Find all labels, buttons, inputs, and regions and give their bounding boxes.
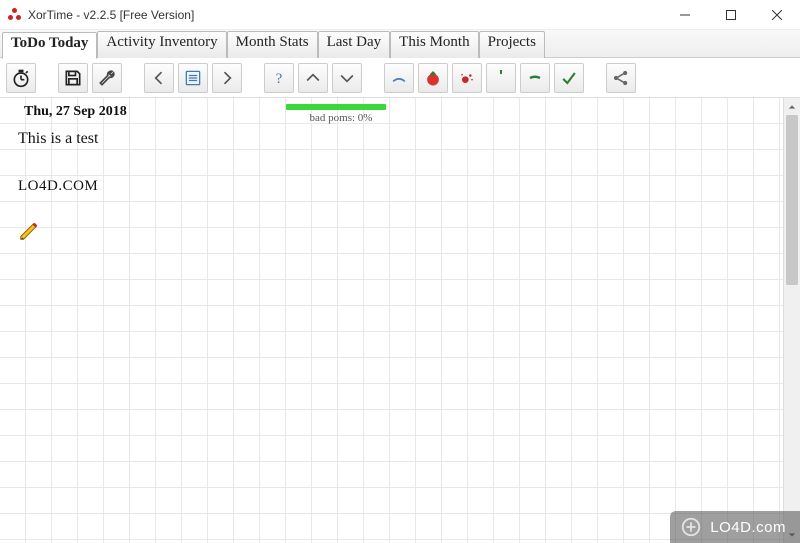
share-button[interactable] — [606, 63, 636, 93]
svg-text:': ' — [499, 68, 503, 85]
progress-label: bad poms: 0% — [286, 112, 396, 124]
chevron-right-icon — [217, 68, 237, 88]
save-icon — [63, 68, 83, 88]
list-icon — [183, 68, 203, 88]
dash-icon — [525, 68, 545, 88]
tab-todo-today[interactable]: ToDo Today — [2, 32, 97, 59]
question-icon: ? — [269, 68, 289, 88]
prev-button[interactable] — [144, 63, 174, 93]
scroll-thumb[interactable] — [786, 115, 798, 285]
window-title: XorTime - v2.2.5 [Free Version] — [28, 8, 194, 22]
timer-button[interactable] — [6, 63, 36, 93]
apostrophe-icon: ' — [491, 68, 511, 88]
move-up-button[interactable] — [298, 63, 328, 93]
scroll-up-button[interactable] — [784, 98, 800, 115]
watermark: LO4D.com — [670, 511, 800, 543]
tab-bar: ToDo Today Activity Inventory Month Stat… — [0, 30, 800, 58]
wrench-icon — [97, 68, 117, 88]
vertical-scrollbar[interactable] — [783, 98, 800, 543]
current-date: Thu, 27 Sep 2018 — [24, 104, 127, 120]
check-button[interactable] — [554, 63, 584, 93]
tab-this-month[interactable]: This Month — [390, 31, 478, 58]
save-button[interactable] — [58, 63, 88, 93]
tab-month-stats[interactable]: Month Stats — [227, 31, 318, 58]
blue-mark-button[interactable] — [384, 63, 414, 93]
notes-grid[interactable]: Thu, 27 Sep 2018 bad poms: 0% This is a … — [0, 98, 783, 543]
move-down-button[interactable] — [332, 63, 362, 93]
blue-arc-icon — [389, 68, 409, 88]
settings-button[interactable] — [92, 63, 122, 93]
apostrophe-button[interactable]: ' — [486, 63, 516, 93]
tomato-icon — [423, 68, 443, 88]
scroll-track[interactable] — [784, 115, 800, 526]
bad-poms-indicator: bad poms: 0% — [286, 104, 396, 124]
note-line-2[interactable]: LO4D.COM — [18, 178, 98, 195]
today-list-button[interactable] — [178, 63, 208, 93]
dash-button[interactable] — [520, 63, 550, 93]
next-button[interactable] — [212, 63, 242, 93]
note-line-1[interactable]: This is a test — [18, 130, 98, 148]
content-area: Thu, 27 Sep 2018 bad poms: 0% This is a … — [0, 98, 800, 543]
watermark-text: LO4D.com — [710, 519, 786, 536]
close-button[interactable] — [754, 0, 800, 30]
chevron-left-icon — [149, 68, 169, 88]
svg-text:?: ? — [276, 71, 283, 87]
stopwatch-icon — [11, 68, 31, 88]
help-button[interactable]: ? — [264, 63, 294, 93]
interrupt-button[interactable] — [452, 63, 482, 93]
tab-last-day[interactable]: Last Day — [318, 31, 391, 58]
share-icon — [611, 68, 631, 88]
window-titlebar: XorTime - v2.2.5 [Free Version] — [0, 0, 800, 30]
pencil-cursor-icon — [18, 220, 40, 242]
chevron-down-icon — [337, 68, 357, 88]
check-icon — [559, 68, 579, 88]
app-icon — [8, 8, 22, 22]
tomato-button[interactable] — [418, 63, 448, 93]
chevron-up-icon — [303, 68, 323, 88]
maximize-button[interactable] — [708, 0, 754, 30]
tab-projects[interactable]: Projects — [479, 31, 545, 58]
watermark-icon — [680, 516, 702, 538]
tab-activity-inventory[interactable]: Activity Inventory — [97, 31, 226, 58]
progress-bar — [286, 104, 386, 110]
toolbar: ? ' — [0, 58, 800, 98]
window-controls — [662, 0, 800, 30]
minimize-button[interactable] — [662, 0, 708, 30]
splash-icon — [457, 68, 477, 88]
